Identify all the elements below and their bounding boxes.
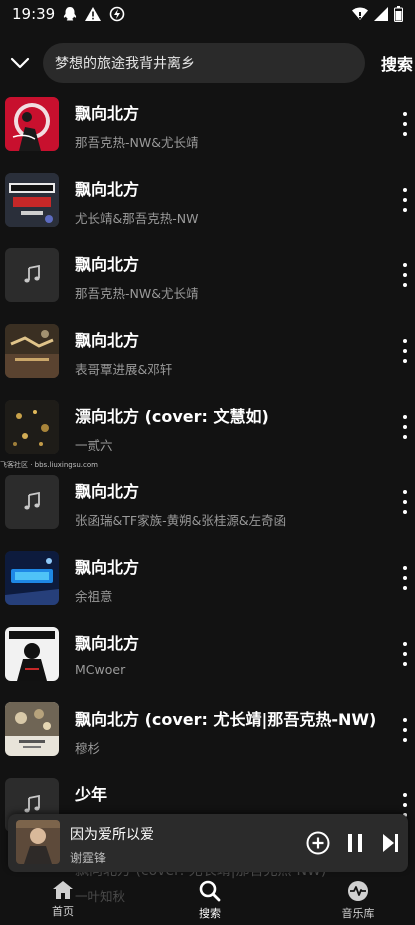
song-artist: 余祖意 xyxy=(75,589,113,605)
song-text: 少年 xyxy=(75,781,375,813)
song-title: 飘向北方 (cover: 尤长靖|那吾克热-NW) xyxy=(75,709,375,729)
song-title: 飘向北方 xyxy=(75,482,140,502)
song-row[interactable]: 飘向北方 表哥覃进展&邓轩 xyxy=(0,313,415,389)
song-text: 飘向北方 (cover: 尤长靖|那吾克热-NW) 穆杉 xyxy=(75,706,375,757)
nav-search[interactable]: 搜索 xyxy=(170,880,250,921)
song-artist: 张函瑞&TF家族-黄朔&张桂源&左奇函 xyxy=(75,513,287,529)
bottom-nav: 飘向北方 (cover: 尤长靖|那吾克热-NW) 一叶知秋 首页 搜索 音乐库 xyxy=(0,840,415,925)
music-library-icon xyxy=(348,881,368,901)
signal-icon xyxy=(374,7,388,21)
song-text: 飘向北方 余祖意 xyxy=(75,554,375,605)
more-options-button[interactable] xyxy=(401,339,409,364)
song-text: 飘向北方 那吾克热-NW&尤长靖 xyxy=(75,100,375,151)
status-time: 19:39 xyxy=(12,5,56,23)
pause-button[interactable] xyxy=(345,832,365,858)
song-row[interactable]: 飘向北方 (cover: 尤长靖|那吾克热-NW) 穆杉 xyxy=(0,692,415,768)
search-input[interactable]: 梦想的旅途我背井离乡 xyxy=(43,43,365,83)
song-artist: 尤长靖&那吾克热-NW xyxy=(75,210,199,226)
album-cover xyxy=(5,626,59,681)
song-title: 少年 xyxy=(75,785,108,805)
song-row[interactable]: 漂向北方 (cover: 文慧如) 一贰六 xyxy=(0,389,415,465)
qq-notification-icon xyxy=(63,6,77,22)
battery-icon xyxy=(394,6,403,22)
song-text: 飘向北方 MCwoer xyxy=(75,630,375,677)
wifi-icon xyxy=(352,7,368,21)
song-text: 飘向北方 表哥覃进展&邓轩 xyxy=(75,327,375,378)
status-left: 19:39 xyxy=(12,5,125,23)
album-cover xyxy=(5,702,59,757)
nav-search-label: 搜索 xyxy=(199,907,221,920)
album-cover xyxy=(5,323,59,378)
song-title: 飘向北方 xyxy=(75,179,140,199)
song-row[interactable]: 飘向北方 MCwoer xyxy=(0,616,415,692)
album-cover xyxy=(5,172,59,227)
plus-circle-icon xyxy=(306,831,330,855)
song-row[interactable]: 飘向北方 张函瑞&TF家族-黄朔&张桂源&左奇函 xyxy=(0,464,415,540)
more-options-button[interactable] xyxy=(401,566,409,591)
more-options-button[interactable] xyxy=(401,717,409,742)
song-row[interactable]: 飘向北方 尤长靖&那吾克热-NW xyxy=(0,162,415,238)
song-text: 飘向北方 尤长靖&那吾克热-NW xyxy=(75,176,375,227)
nav-library-label: 音乐库 xyxy=(341,907,375,920)
chevron-down-icon xyxy=(10,57,30,69)
now-playing-artist: 谢霆锋 xyxy=(70,851,107,865)
watermark: 飞客社区 · bbs.liuxingsu.com xyxy=(0,461,98,469)
now-playing-title: 因为爱所以爱 xyxy=(70,827,154,843)
search-row: 梦想的旅途我背井离乡 搜索 xyxy=(0,40,415,86)
warning-icon xyxy=(85,7,102,21)
album-cover xyxy=(5,550,59,605)
song-title: 飘向北方 xyxy=(75,558,140,578)
song-artist: 一贰六 xyxy=(75,437,113,453)
song-text: 飘向北方 张函瑞&TF家族-黄朔&张桂源&左奇函 xyxy=(75,478,375,529)
search-button[interactable]: 搜索 xyxy=(381,51,413,75)
mini-player[interactable]: 因为爱所以爱 谢霆锋 xyxy=(8,814,408,872)
song-artist: 表哥覃进展&邓轩 xyxy=(75,362,173,378)
skip-next-icon xyxy=(383,834,398,852)
more-options-button[interactable] xyxy=(401,187,409,212)
song-title: 飘向北方 xyxy=(75,633,140,653)
collapse-button[interactable] xyxy=(0,57,40,69)
song-text: 飘向北方 那吾克热-NW&尤长靖 xyxy=(75,251,375,302)
more-options-button[interactable] xyxy=(401,641,409,666)
song-artist: 穆杉 xyxy=(75,740,101,756)
song-artist: MCwoer xyxy=(75,661,126,677)
song-title: 飘向北方 xyxy=(75,104,140,123)
search-icon xyxy=(199,880,221,902)
music-note-icon xyxy=(24,492,40,510)
nav-home[interactable]: 首页 xyxy=(23,880,103,919)
song-artist: 那吾克热-NW&尤长靖 xyxy=(75,135,199,150)
song-title: 漂向北方 (cover: 文慧如) xyxy=(75,406,269,426)
music-note-icon xyxy=(24,795,40,813)
data-saver-icon xyxy=(109,6,125,22)
album-cover xyxy=(5,399,59,454)
song-row[interactable]: 飘向北方 那吾克热-NW&尤长靖 xyxy=(0,86,415,162)
song-title: 飘向北方 xyxy=(75,331,140,351)
song-artist: 那吾克热-NW&尤长靖 xyxy=(75,286,199,302)
home-icon xyxy=(53,881,73,899)
nav-library[interactable]: 音乐库 xyxy=(318,880,398,921)
pause-icon xyxy=(348,834,362,852)
song-title: 飘向北方 xyxy=(75,255,140,275)
more-options-button[interactable] xyxy=(401,490,409,515)
music-note-icon xyxy=(24,265,40,283)
nav-home-label: 首页 xyxy=(52,905,74,918)
add-to-playlist-button[interactable] xyxy=(306,831,330,859)
album-cover xyxy=(5,96,59,151)
status-bar: 19:39 xyxy=(0,0,415,28)
song-row[interactable]: 飘向北方 余祖意 xyxy=(0,540,415,616)
more-options-button[interactable] xyxy=(401,112,409,136)
next-track-button[interactable] xyxy=(380,832,400,858)
more-options-button[interactable] xyxy=(401,414,409,439)
song-text: 漂向北方 (cover: 文慧如) 一贰六 xyxy=(75,403,375,454)
more-options-button[interactable] xyxy=(401,263,409,288)
search-query: 梦想的旅途我背井离乡 xyxy=(55,56,195,72)
now-playing-cover xyxy=(16,820,60,864)
album-cover-placeholder xyxy=(5,248,59,303)
status-right xyxy=(352,6,403,22)
song-row[interactable]: 飘向北方 那吾克热-NW&尤长靖 xyxy=(0,237,415,313)
album-cover-placeholder xyxy=(5,475,59,530)
now-playing-text: 因为爱所以爱 谢霆锋 xyxy=(70,824,154,866)
